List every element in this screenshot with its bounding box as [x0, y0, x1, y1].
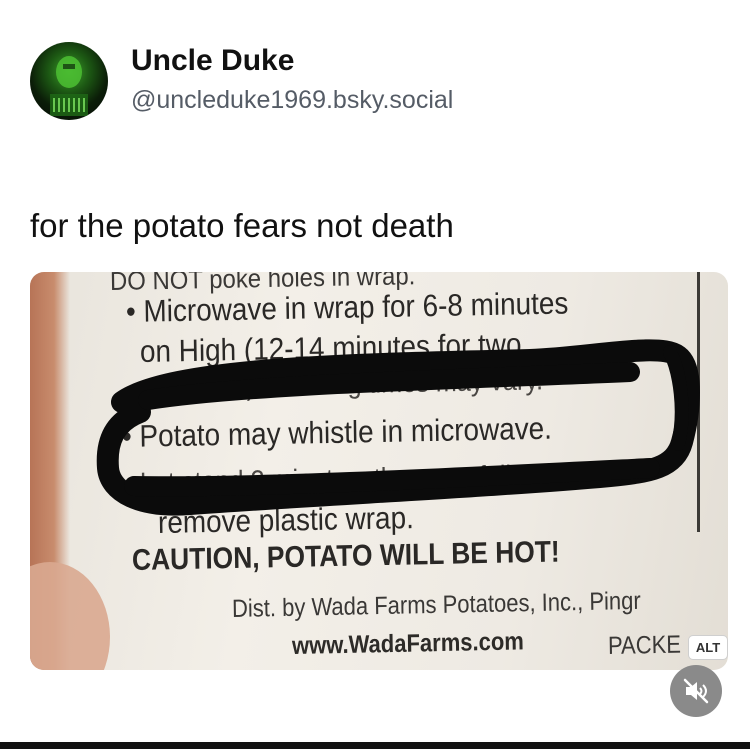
- author-avatar[interactable]: [30, 42, 108, 120]
- author-handle[interactable]: @uncleduke1969.bsky.social: [131, 86, 453, 115]
- marker-circle-annotation: [96, 339, 700, 516]
- avatar-portrait-icon: [50, 56, 88, 116]
- mute-button[interactable]: [670, 665, 722, 717]
- alt-text-badge[interactable]: ALT: [688, 635, 728, 660]
- speaker-muted-icon: [683, 678, 709, 704]
- post-text: for the potato fears not death: [30, 207, 454, 244]
- post-image[interactable]: DO NOT poke holes in wrap. • Microwave i…: [30, 272, 728, 670]
- post-card[interactable]: Uncle Duke @uncleduke1969.bsky.social fo…: [0, 0, 750, 749]
- author-display-name[interactable]: Uncle Duke: [131, 44, 294, 78]
- bottom-divider: [0, 742, 750, 749]
